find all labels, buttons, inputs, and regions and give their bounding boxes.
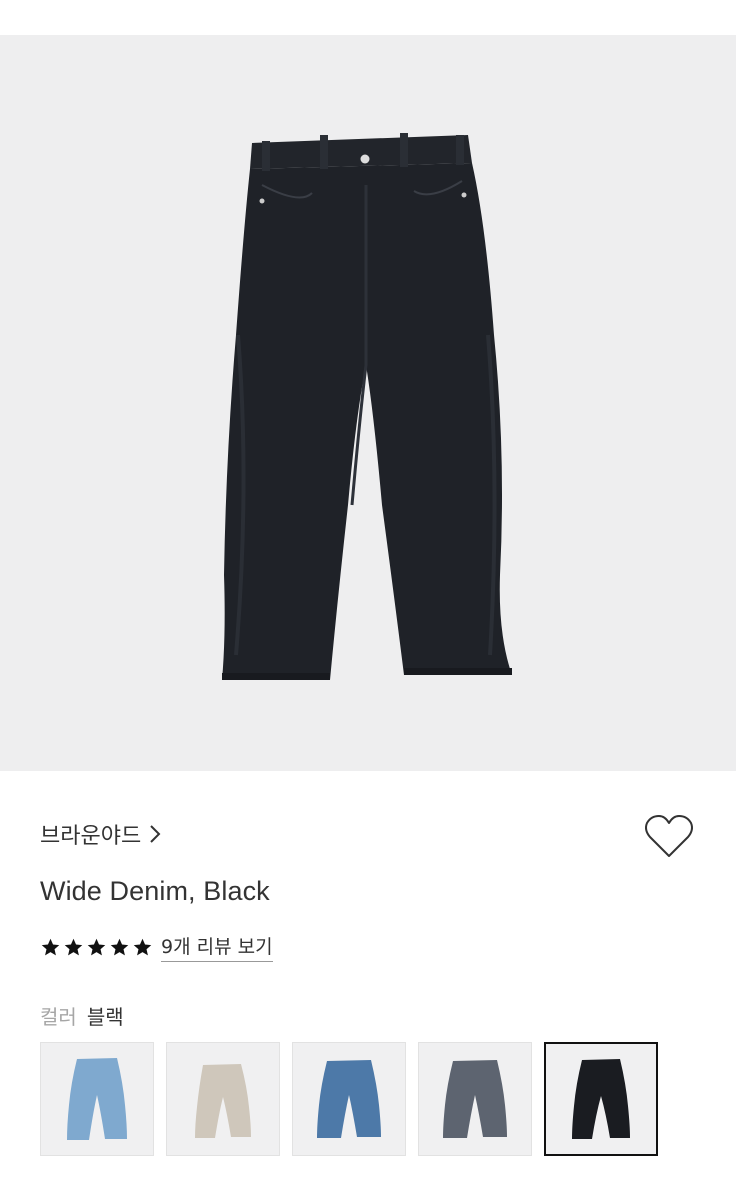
jeans-thumbnail [195,1064,251,1138]
color-label-row: 컬러 블랙 [40,1001,124,1030]
chevron-right-icon [150,825,161,843]
swatch-gray[interactable] [418,1042,532,1156]
swatch-black[interactable] [544,1042,658,1156]
black-wide-jeans-illustration [222,133,512,680]
brand-name: 브라운야드 [40,824,142,849]
heart-outline-icon [645,815,693,857]
swatch-light-blue[interactable] [40,1042,154,1156]
product-main-image[interactable] [0,35,736,771]
rating-row: 9개 리뷰 보기 [40,932,273,962]
jeans-thumbnail [67,1058,127,1140]
brand-link[interactable]: 브라운야드 [40,818,161,850]
swatch-beige[interactable] [166,1042,280,1156]
star-filled-icon [64,938,83,955]
star-filled-icon [110,938,129,955]
color-selected-value: 블랙 [86,1005,124,1029]
color-swatches [40,1042,658,1156]
review-link[interactable]: 9개 리뷰 보기 [161,932,273,962]
jeans-thumbnail [572,1059,630,1139]
swatch-mid-blue[interactable] [292,1042,406,1156]
rating-stars [40,937,153,958]
star-filled-icon [41,938,60,955]
product-name: Wide Denim, Black [40,876,270,906]
color-label: 컬러 [40,1005,77,1029]
star-filled-icon [133,938,152,955]
star-filled-icon [87,938,106,955]
jeans-thumbnail [443,1060,507,1138]
jeans-thumbnail [317,1060,381,1138]
wishlist-button[interactable] [642,812,696,862]
